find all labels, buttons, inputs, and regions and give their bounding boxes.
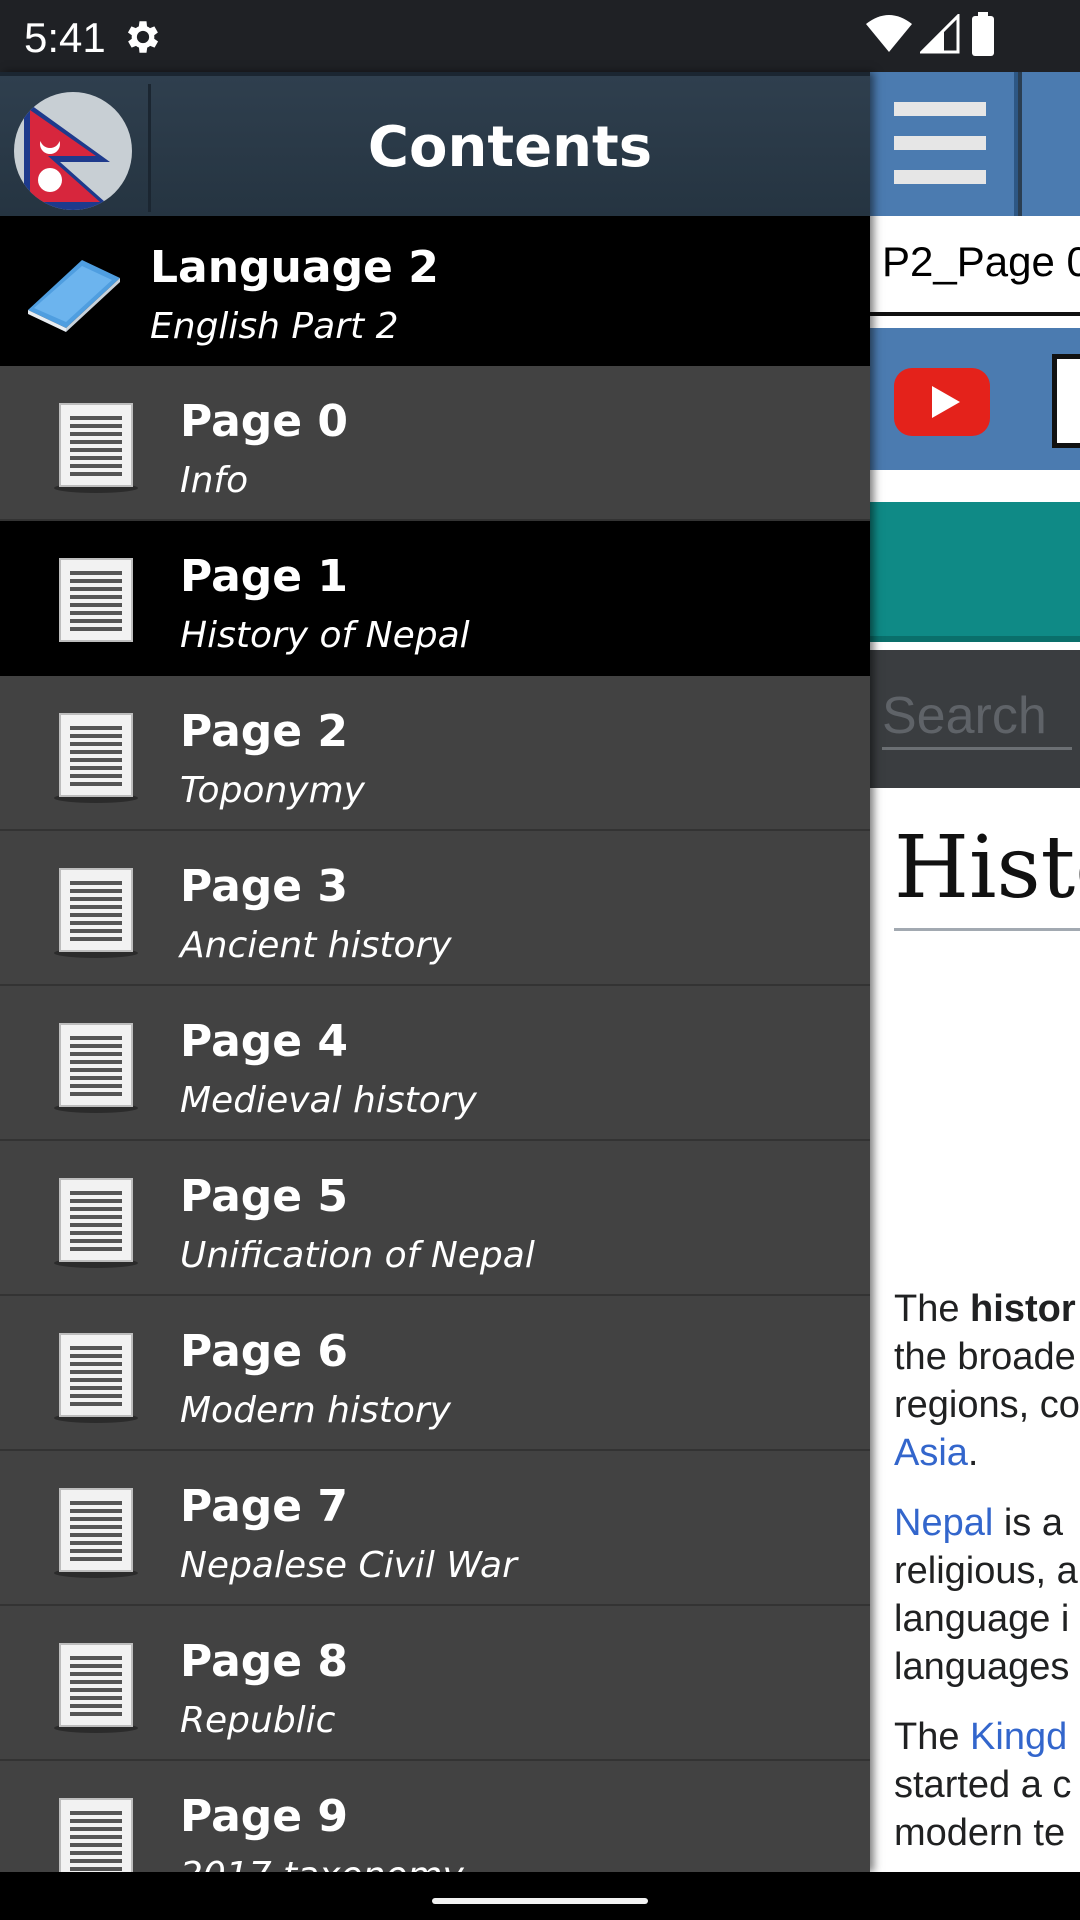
article-line: started a c <box>894 1764 1072 1806</box>
article-line: The Kingd <box>894 1716 1067 1759</box>
page-item-subtitle: Modern history <box>180 1390 451 1431</box>
article-text: is a <box>993 1502 1063 1544</box>
section-subtitle: English Part 2 <box>150 306 399 347</box>
drawer-title: Contents <box>367 115 653 180</box>
article-link[interactable]: Asia <box>894 1432 968 1474</box>
page-item-subtitle: Medieval history <box>180 1080 477 1121</box>
page-document-icon <box>54 558 138 648</box>
search-placeholder: Search <box>882 687 1047 745</box>
battery-icon <box>972 12 994 56</box>
signal-icon <box>920 14 960 54</box>
page-item-title: Page 1 <box>180 551 349 602</box>
screen: 5:41 P2_Page 0 Search Hist The histor th… <box>0 0 1080 1920</box>
page-document-icon <box>54 1178 138 1268</box>
article-text: The <box>894 1716 971 1758</box>
article-line: modern te <box>894 1812 1066 1854</box>
page-item-subtitle: History of Nepal <box>180 615 470 656</box>
media-bar <box>870 328 1080 470</box>
teal-banner <box>870 502 1080 642</box>
page-item-subtitle: Republic <box>180 1700 336 1741</box>
youtube-icon[interactable] <box>894 368 990 436</box>
background-toolbar <box>870 72 1080 216</box>
page-document-icon <box>54 1333 138 1423</box>
toolbar-button[interactable] <box>1022 72 1080 216</box>
page-item-subtitle: 2017 taxonomy <box>180 1855 464 1872</box>
page-title-bar: P2_Page 0 <box>870 216 1080 316</box>
page-item-title: Page 7 <box>180 1481 349 1532</box>
page-list-item[interactable]: Page 0 Info <box>0 366 870 521</box>
heading-divider <box>894 928 1080 931</box>
menu-button[interactable] <box>870 72 1018 216</box>
page-item-subtitle: Toponymy <box>180 770 365 811</box>
article-line: regions, co <box>894 1384 1080 1426</box>
section-header[interactable]: Language 2 English Part 2 <box>0 216 870 366</box>
page-list-item[interactable]: Page 1 History of Nepal <box>0 521 870 676</box>
article-line: language i <box>894 1598 1070 1640</box>
book-icon <box>28 260 120 332</box>
search-bar: Search <box>870 650 1080 788</box>
article-line: the broade <box>894 1336 1076 1378</box>
page-item-subtitle: Ancient history <box>180 925 452 966</box>
page-document-icon <box>59 1798 133 1872</box>
article-line: The histor <box>894 1288 1076 1331</box>
article-line: languages <box>894 1646 1070 1688</box>
page-list-item[interactable]: Page 3 Ancient history <box>0 831 870 986</box>
article-link[interactable]: Nepal <box>894 1502 993 1544</box>
article-heading: Histo <box>894 818 1080 918</box>
page-item-title: Page 6 <box>180 1326 349 1377</box>
page-list-item[interactable]: Page 4 Medieval history <box>0 986 870 1141</box>
page-item-title: Page 2 <box>180 706 349 757</box>
page-item-subtitle: Nepalese Civil War <box>180 1545 517 1586</box>
wifi-icon <box>866 15 912 52</box>
settings-icon <box>127 21 159 53</box>
page-list: Page 0 Info Page 1 History of Nepal Page 2 To… <box>0 366 870 1872</box>
article-text: . <box>967 1432 979 1474</box>
drawer-header: Contents <box>0 72 870 216</box>
page-item-title: Page 8 <box>180 1636 349 1687</box>
home-handle[interactable] <box>432 1898 648 1904</box>
article: Histo The histor the broade regions, co … <box>870 788 1080 1872</box>
navigation-drawer: Contents Language 2 English Part 2 Page … <box>0 72 870 1872</box>
page-list-item[interactable]: Page 8 Republic <box>0 1606 870 1761</box>
page-document-icon <box>54 1643 138 1733</box>
page-document-icon <box>54 1023 138 1113</box>
page-document-icon <box>54 1488 138 1578</box>
page-list-item[interactable]: Page 2 Toponymy <box>0 676 870 831</box>
page-document-icon <box>54 403 138 493</box>
page-item-title: Page 4 <box>180 1016 349 1067</box>
section-title: Language 2 <box>150 242 439 293</box>
status-bar: 5:41 <box>0 0 1080 72</box>
page-list-item[interactable]: Page 7 Nepalese Civil War <box>0 1451 870 1606</box>
article-line: religious, a <box>894 1550 1078 1592</box>
page-document-icon <box>54 713 138 803</box>
status-time: 5:41 <box>24 14 106 61</box>
hamburger-icon <box>894 102 986 116</box>
page-list-item[interactable]: Page 6 Modern history <box>0 1296 870 1451</box>
article-line: Asia. <box>894 1432 978 1475</box>
hamburger-icon-bar <box>894 136 986 150</box>
article-text: The <box>894 1288 971 1330</box>
page-item-title: Page 0 <box>180 396 349 447</box>
hamburger-icon-bar <box>894 170 986 184</box>
article-link[interactable]: Kingd <box>970 1716 1067 1758</box>
search-input[interactable]: Search <box>882 678 1072 750</box>
document-icon[interactable] <box>1052 354 1080 448</box>
navigation-bar <box>0 1872 1080 1920</box>
page-list-item[interactable]: Page 5 Unification of Nepal <box>0 1141 870 1296</box>
page-item-title: Page 9 <box>180 1791 349 1842</box>
article-bold-text: histor <box>970 1288 1076 1330</box>
page-document-icon <box>54 868 138 958</box>
page-item-subtitle: Info <box>180 460 249 501</box>
background-app: P2_Page 0 Search Histo The histor the br… <box>870 72 1080 1872</box>
page-title: P2_Page 0 <box>882 238 1080 285</box>
page-item-subtitle: Unification of Nepal <box>180 1235 535 1276</box>
page-item-title: Page 3 <box>180 861 349 912</box>
nepal-flag-icon <box>14 92 132 210</box>
page-list-item[interactable]: Page 9 2017 taxonomy <box>0 1761 870 1872</box>
page-item-title: Page 5 <box>180 1171 349 1222</box>
article-line: Nepal is a <box>894 1502 1063 1545</box>
